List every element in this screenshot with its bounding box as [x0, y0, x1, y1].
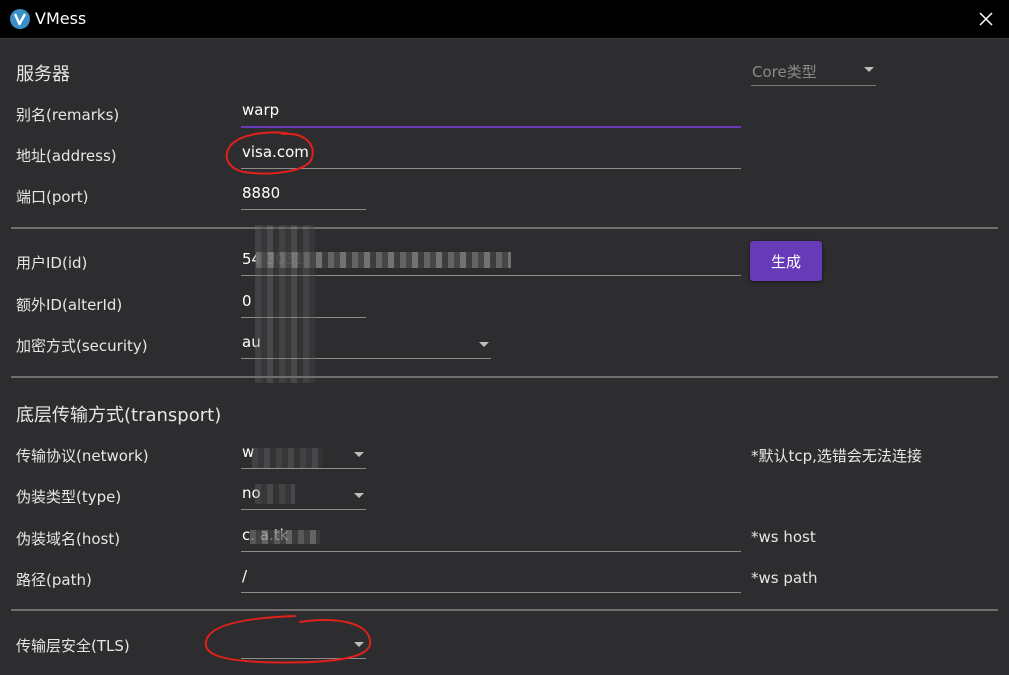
dropdown-arrow-icon [354, 493, 364, 498]
divider [11, 227, 998, 229]
host-label: 伪装域名(host) [16, 530, 121, 548]
path-input[interactable]: / [241, 565, 741, 593]
remarks-label: 别名(remarks) [16, 106, 120, 124]
divider [11, 376, 998, 378]
redacted-mosaic [252, 448, 322, 468]
redacted-mosaic [255, 484, 295, 504]
port-value: 8880 [242, 184, 281, 202]
address-value: visa.com [242, 143, 309, 161]
tls-label: 传输层安全(TLS) [16, 637, 130, 655]
title-bar: VMess [0, 0, 1009, 39]
path-note: *ws path [751, 569, 818, 587]
remarks-value: warp [242, 101, 280, 119]
port-input[interactable]: 8880 [241, 182, 366, 210]
address-label: 地址(address) [16, 147, 117, 165]
path-value: / [242, 567, 248, 585]
alter-id-value: 0 [242, 292, 252, 310]
divider [11, 609, 998, 611]
close-button[interactable] [971, 4, 1001, 34]
type-label: 伪装类型(type) [16, 488, 122, 506]
dropdown-arrow-icon [864, 67, 874, 72]
server-section-title: 服务器 [16, 64, 70, 85]
tls-select[interactable] [241, 631, 366, 659]
port-label: 端口(port) [16, 188, 89, 206]
remarks-input[interactable]: warp [241, 100, 741, 128]
security-label: 加密方式(security) [16, 337, 148, 355]
close-icon [979, 12, 993, 26]
network-note: *默认tcp,选错会无法连接 [751, 447, 922, 465]
generate-button[interactable]: 生成 [750, 241, 822, 281]
transport-section-title: 底层传输方式(transport) [16, 405, 222, 426]
dropdown-arrow-icon [354, 452, 364, 457]
user-id-label: 用户ID(id) [16, 254, 88, 272]
window-title: VMess [35, 9, 87, 28]
address-input[interactable]: visa.com [241, 141, 741, 169]
app-logo-icon [10, 9, 30, 29]
dropdown-arrow-icon [354, 642, 364, 647]
redacted-mosaic [255, 225, 315, 383]
host-note: *ws host [751, 528, 816, 546]
dropdown-arrow-icon [479, 342, 489, 347]
redacted-mosaic [250, 530, 320, 544]
alter-id-label: 额外ID(alterId) [16, 296, 123, 314]
core-type-select[interactable]: Core类型 [751, 56, 876, 86]
path-label: 路径(path) [16, 571, 92, 589]
core-type-placeholder: Core类型 [752, 63, 817, 81]
network-label: 传输协议(network) [16, 447, 149, 465]
